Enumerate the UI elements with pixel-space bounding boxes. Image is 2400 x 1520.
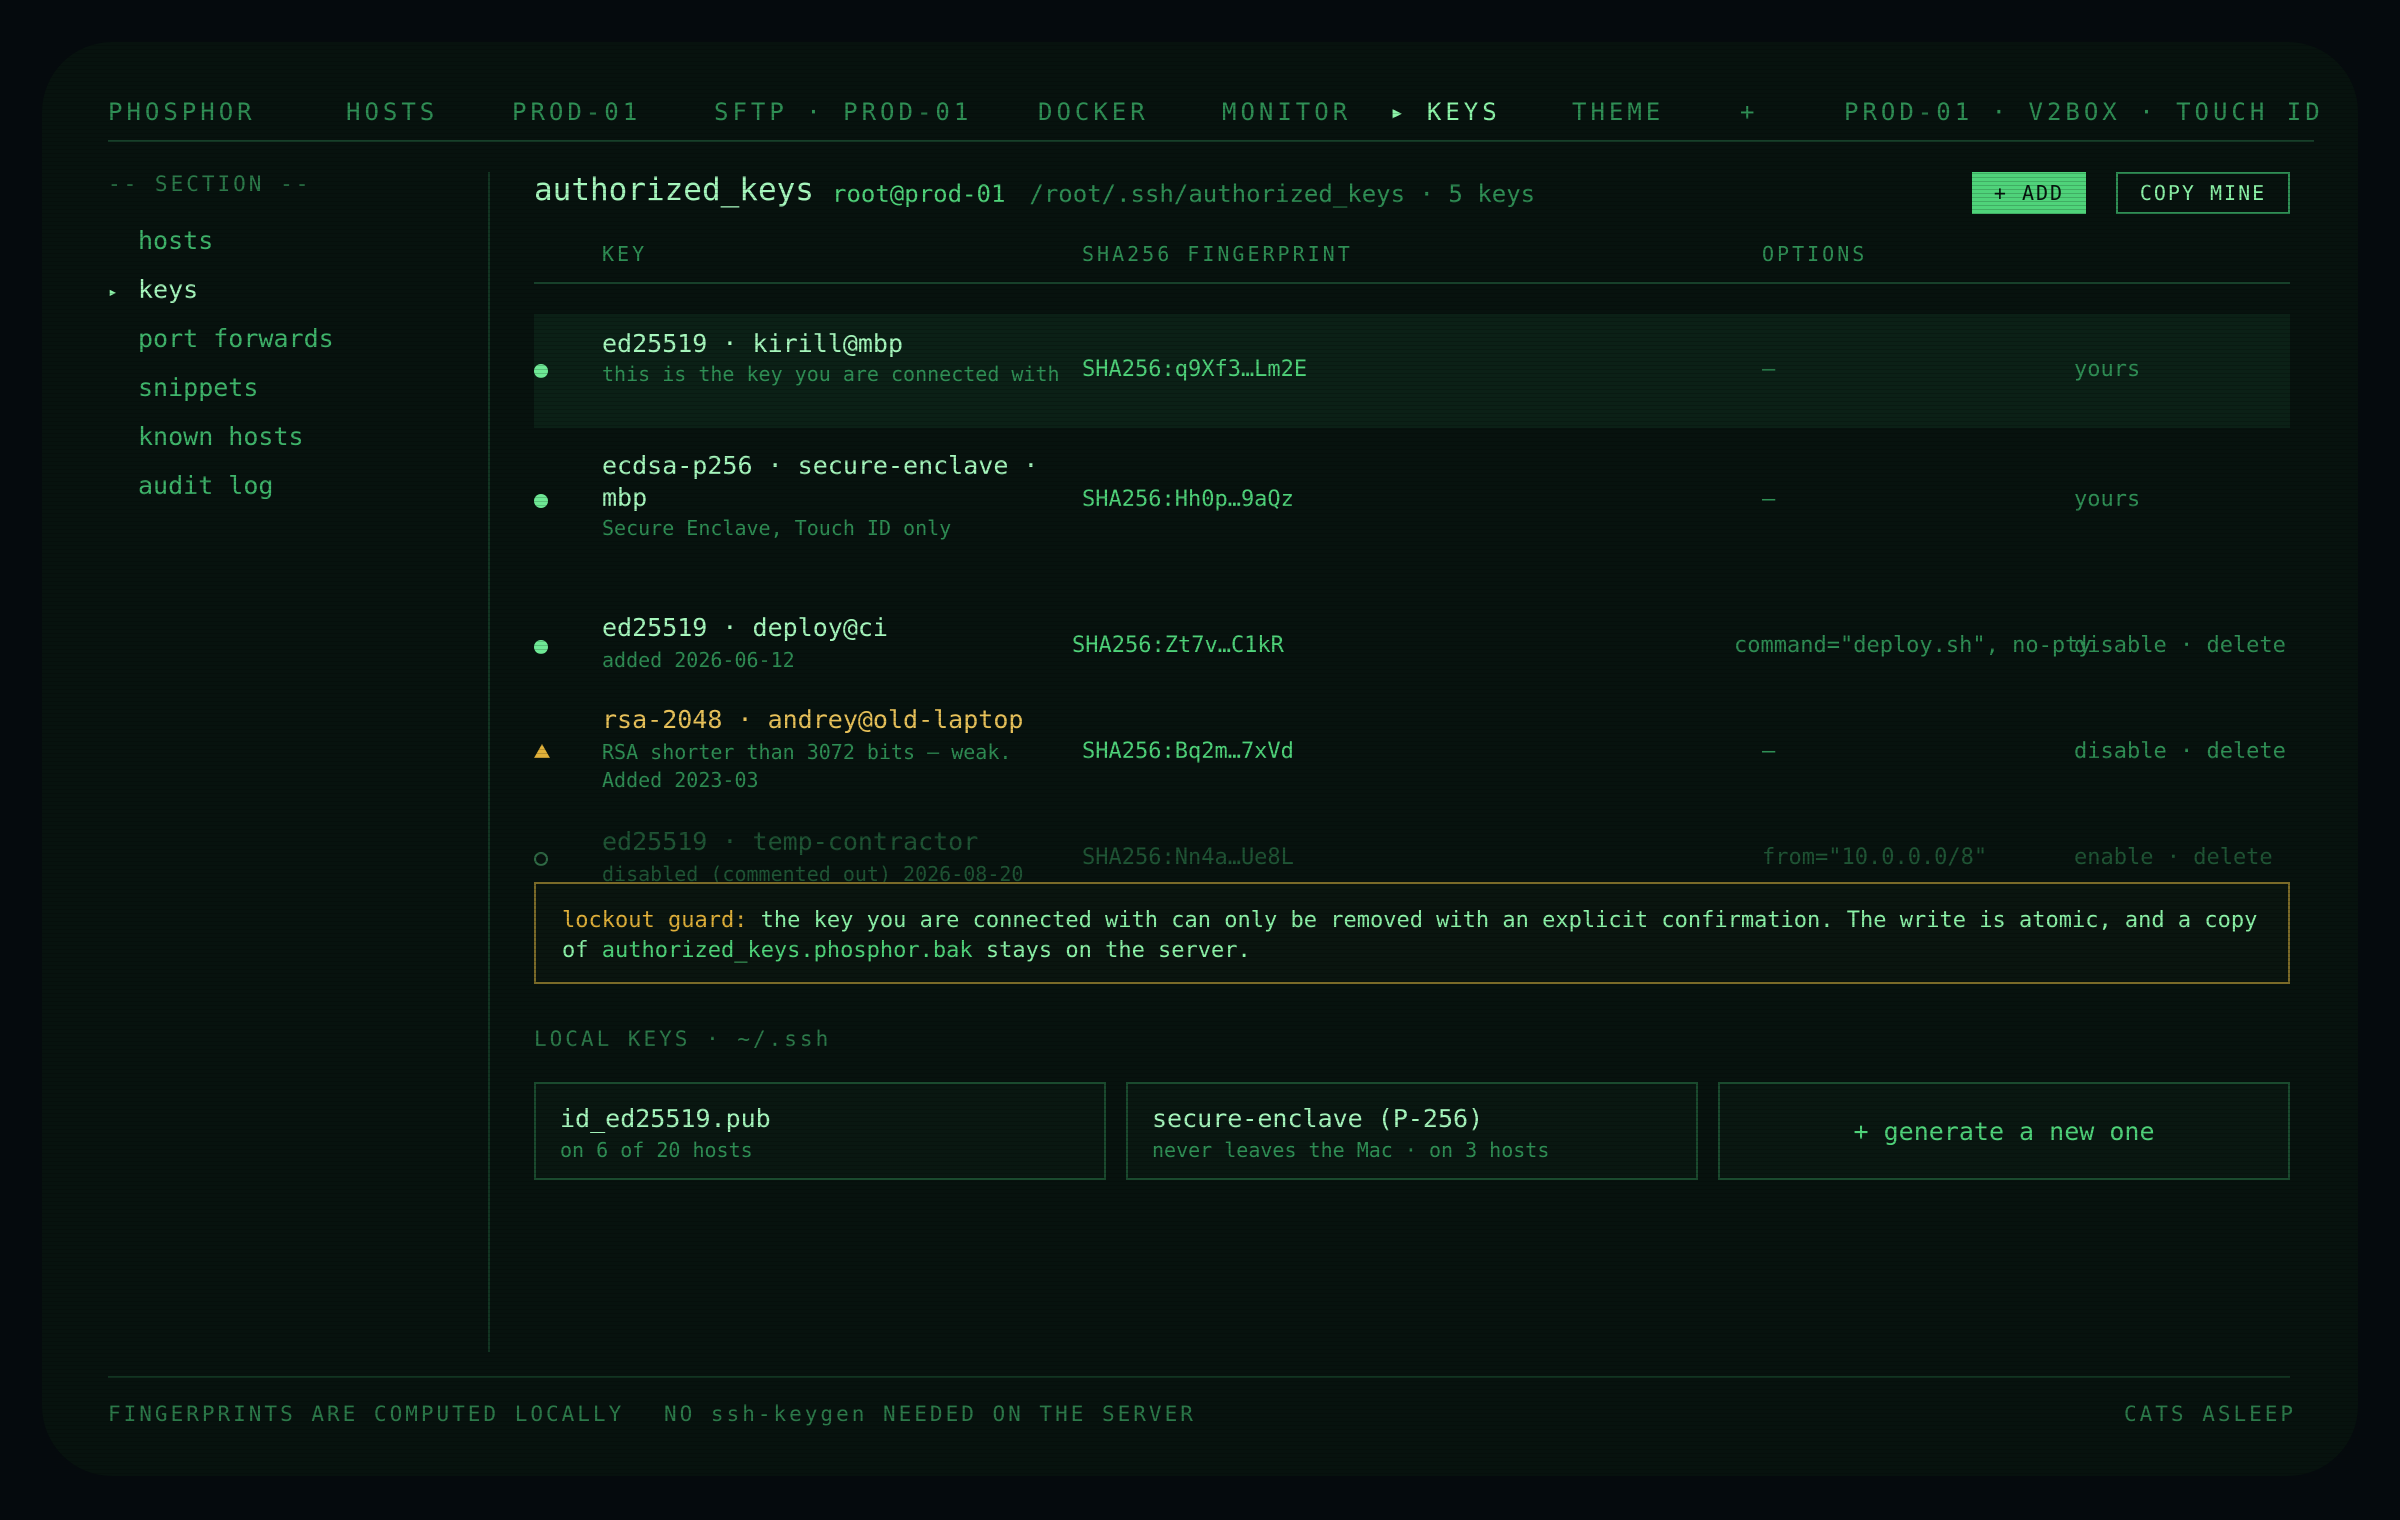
warning-icon — [534, 744, 550, 758]
key-active-icon — [534, 494, 548, 508]
key-fingerprint: SHA256:Bq2m…7xVd — [1082, 739, 1294, 764]
nav-tab-theme[interactable]: THEME — [1572, 98, 1664, 126]
table-header-divider — [534, 282, 2290, 284]
key-note: added 2026-06-12 — [602, 648, 795, 672]
key-active-icon — [534, 364, 548, 378]
key-fingerprint: SHA256:Zt7v…C1kR — [1072, 633, 1284, 658]
key-fingerprint: SHA256:q9Xf3…Lm2E — [1082, 357, 1308, 382]
local-key-name: secure-enclave (P-256) — [1152, 1104, 1484, 1133]
footer-status: CATS ASLEEP — [2124, 1402, 2297, 1426]
local-key-card[interactable]: id_ed25519.pub on 6 of 20 hosts — [534, 1082, 1106, 1180]
nav-tab-monitor[interactable]: MONITOR — [1222, 98, 1351, 126]
table-row[interactable]: ecdsa-p256 · secure-enclave · mbp Secure… — [534, 440, 2290, 548]
key-actions: yours — [2074, 487, 2141, 512]
page-title: authorized_keys — [534, 172, 814, 208]
nav-tab-hosts[interactable]: HOSTS — [346, 98, 438, 126]
table-row[interactable]: ed25519 · kirill@mbp this is the key you… — [534, 314, 2290, 428]
new-tab-button[interactable]: + — [1740, 98, 1758, 126]
key-name: ecdsa-p256 · secure-enclave · mbp — [602, 451, 1039, 512]
key-name: ed25519 · temp-contractor — [602, 827, 979, 856]
generate-key-button[interactable]: + generate a new one — [1718, 1082, 2290, 1180]
local-key-usage: never leaves the Mac · on 3 hosts — [1152, 1138, 1550, 1162]
column-header-fingerprint: SHA256 FINGERPRINT — [1082, 242, 1353, 266]
backup-file-name: authorized_keys.phosphor.bak — [601, 938, 973, 963]
key-name: ed25519 · kirill@mbp — [602, 329, 904, 358]
copy-mine-button[interactable]: COPY MINE — [2116, 172, 2290, 214]
key-actions: yours — [2074, 357, 2141, 382]
key-actions[interactable]: enable · delete — [2074, 845, 2290, 870]
sidebar-item-known-hosts[interactable]: known hosts — [138, 422, 304, 451]
key-fingerprint: SHA256:Nn4a…Ue8L — [1082, 845, 1294, 870]
nav-tab-sftp[interactable]: SFTP · PROD-01 — [714, 98, 972, 126]
key-note: this is the key you are connected with — [602, 362, 1060, 386]
key-options: — — [1762, 357, 1776, 382]
connection-status: PROD-01 · V2BOX · TOUCH ID — [1844, 98, 2324, 126]
table-row[interactable]: ed25519 · deploy@ci added 2026-06-12 SHA… — [534, 612, 2290, 686]
local-key-usage: on 6 of 20 hosts — [560, 1138, 753, 1162]
key-disabled-icon — [534, 852, 548, 866]
key-name: rsa-2048 · andrey@old-laptop — [602, 705, 1024, 734]
local-keys-heading: LOCAL KEYS · ~/.ssh — [534, 1027, 832, 1051]
lockout-text-end: stays on the server. — [972, 938, 1251, 963]
table-row[interactable]: rsa-2048 · andrey@old-laptop RSA shorter… — [534, 704, 2290, 800]
lockout-guard-notice: lockout guard: the key you are connected… — [534, 882, 2290, 984]
file-info: root@prod-01/root/.ssh/authorized_keys ·… — [832, 180, 1535, 208]
app-screen: PHOSPHOR HOSTS PROD-01 SFTP · PROD-01 DO… — [42, 42, 2358, 1476]
sidebar-item-hosts[interactable]: hosts — [138, 226, 213, 255]
key-active-icon — [534, 640, 548, 654]
nav-tab-docker[interactable]: DOCKER — [1038, 98, 1149, 126]
sidebar-item-keys[interactable]: keys — [138, 275, 198, 304]
key-note: Secure Enclave, Touch ID only — [602, 516, 952, 540]
column-header-key: KEY — [602, 242, 648, 266]
local-key-card[interactable]: secure-enclave (P-256) never leaves the … — [1126, 1082, 1698, 1180]
key-options: command="deploy.sh", no-pty — [1734, 633, 2092, 658]
key-options: — — [1762, 739, 1776, 764]
brand-logo: PHOSPHOR — [108, 98, 256, 126]
key-actions[interactable]: disable · delete — [2074, 739, 2290, 764]
footer-note-local: FINGERPRINTS ARE COMPUTED LOCALLY — [108, 1402, 625, 1426]
key-note: RSA shorter than 3072 bits — weak. Added… — [602, 740, 1012, 792]
host-label: root@prod-01 — [832, 180, 1006, 208]
sidebar-heading: -- SECTION -- — [108, 172, 312, 196]
sidebar-item-audit-log[interactable]: audit log — [138, 471, 273, 500]
nav-tab-keys[interactable]: ▸ KEYS — [1390, 98, 1501, 126]
sidebar-divider — [488, 172, 490, 1352]
key-options: from="10.0.0.0/8" — [1762, 845, 1988, 870]
key-name: ed25519 · deploy@ci — [602, 613, 888, 642]
nav-divider — [108, 140, 2314, 142]
column-header-options: OPTIONS — [1762, 242, 1868, 266]
lockout-label: lockout guard: — [562, 908, 748, 933]
key-options: — — [1762, 487, 1776, 512]
key-fingerprint: SHA256:Hh0p…9aQz — [1082, 487, 1294, 512]
selected-arrow-icon: ▸ — [108, 282, 118, 301]
file-path: /root/.ssh/authorized_keys · 5 keys — [1029, 180, 1536, 208]
local-key-name: id_ed25519.pub — [560, 1104, 771, 1133]
key-actions[interactable]: disable · delete — [2074, 633, 2290, 658]
sidebar-item-snippets[interactable]: snippets — [138, 373, 258, 402]
sidebar-item-port-forwards[interactable]: port forwards — [138, 324, 334, 353]
footer-divider — [108, 1376, 2290, 1378]
nav-tab-prod[interactable]: PROD-01 — [512, 98, 641, 126]
add-key-button[interactable]: + ADD — [1972, 172, 2086, 214]
footer-note-server: NO ssh-keygen NEEDED ON THE SERVER — [664, 1402, 1196, 1426]
